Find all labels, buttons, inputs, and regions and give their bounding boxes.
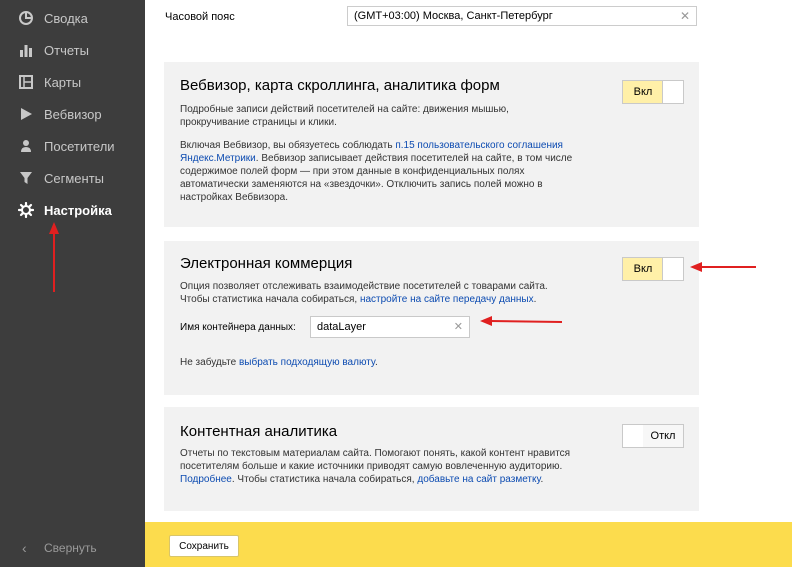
arrow-icon	[480, 316, 563, 326]
arrow-icon	[690, 262, 756, 272]
annotation-arrows	[49, 222, 756, 326]
arrow-icon	[49, 222, 59, 292]
